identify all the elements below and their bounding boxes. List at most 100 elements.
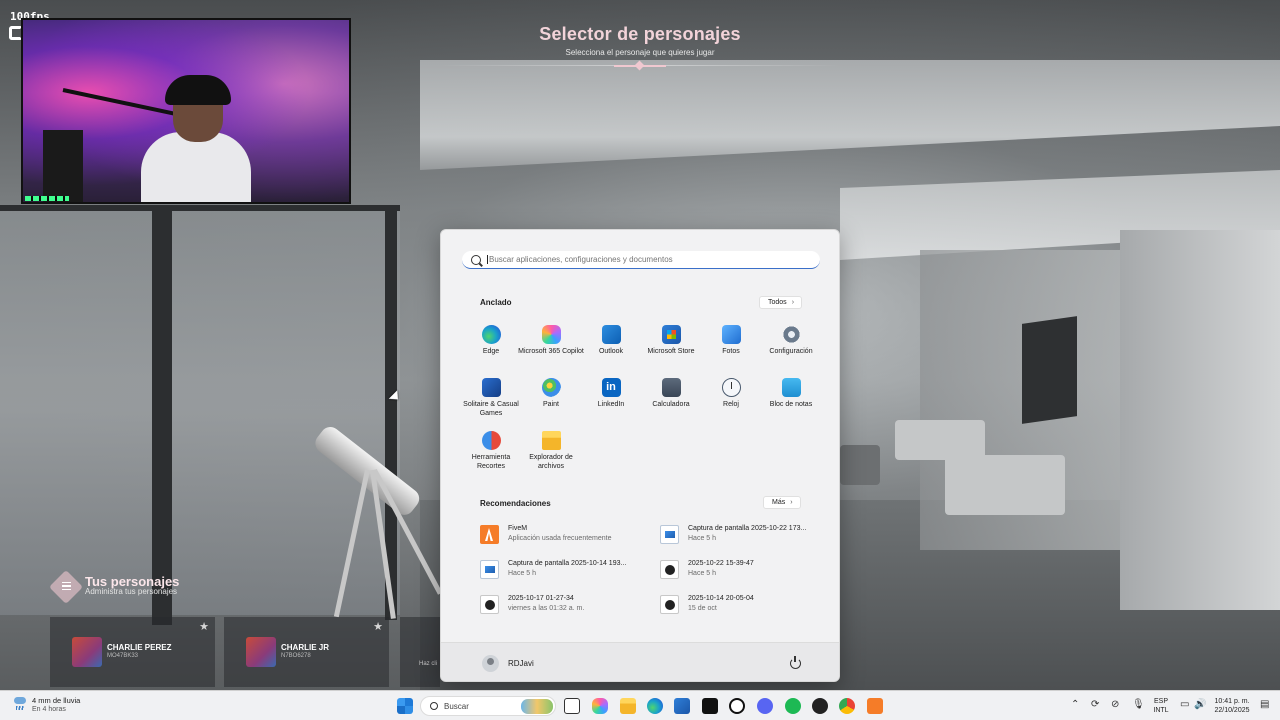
character-avatar [246,637,276,667]
display-icon[interactable]: ▭ [1180,699,1189,710]
recommended-name: Captura de pantalla 2025-10-22 173... [688,525,807,532]
all-apps-button[interactable]: Todos › [759,296,803,309]
clock-icon [721,378,741,397]
microphone-arm [62,88,181,117]
recommended-title: Recomendaciones [480,499,551,508]
favorite-star-icon[interactable]: ★ [373,620,383,633]
chrome-icon[interactable] [839,698,855,714]
led-strip [25,196,69,201]
character-card[interactable]: ★ CHARLIE PEREZ MO47BK33 [50,617,215,687]
windows-start-icon[interactable] [397,698,413,714]
pinned-app-snipping-tool[interactable]: Herramienta Recortes [457,431,525,471]
character-selector-header: Selector de personajes Selecciona el per… [440,24,840,71]
streamer-cap [165,75,231,105]
character-card[interactable]: ★ CHARLIE JR N7BO6278 [224,617,389,687]
character-name: CHARLIE JR [281,643,330,652]
recommended-item[interactable]: 2025-10-17 01-27-34 viernes a las 01:32 … [480,592,650,618]
characters-subtitle: Administra tus personajes [85,587,178,596]
all-apps-label: Todos [768,299,787,306]
notifications-icon[interactable]: ▤ [1260,699,1269,710]
app-label: Edge [482,348,500,355]
power-icon[interactable] [790,656,801,669]
gaming-chair [43,130,83,202]
obs-icon[interactable] [729,698,745,714]
recommended-name: FiveM [508,525,528,532]
taskbar-search[interactable]: Buscar [420,696,556,716]
edge-icon[interactable] [647,698,663,714]
character-avatar [72,637,102,667]
recommended-detail: Hace 5 h [508,570,537,577]
pinned-app-solitaire[interactable]: Solitaire & Casual Games [457,378,525,418]
spotify-icon[interactable] [785,698,801,714]
pinned-app-file-explorer[interactable]: Explorador de archivos [517,431,585,471]
pinned-app-calculator[interactable]: Calculadora [637,378,705,409]
network-off-icon[interactable]: ⊘ [1111,699,1119,710]
webcam-overlay [21,18,351,204]
fivem-icon[interactable] [867,698,883,714]
file-explorer-icon [541,431,561,450]
image-file-icon [660,525,679,544]
microsoft-store-icon[interactable] [674,698,690,714]
recommended-item[interactable]: Captura de pantalla 2025-10-14 193... Ha… [480,557,650,583]
pinned-app-paint[interactable]: Paint [517,378,585,409]
outlook-icon [601,325,621,344]
language-indicator[interactable]: ESP INTL [1150,697,1172,715]
window-frame [0,205,400,211]
file-explorer-icon[interactable] [620,698,636,714]
weather-detail[interactable]: En 4 horas [32,706,66,713]
pinned-app-store[interactable]: Microsoft Store [637,325,705,356]
new-character-hint: Haz cli [419,661,438,667]
recommended-name: 2025-10-14 20-05-04 [688,595,754,602]
linkedin-icon: in [601,378,621,397]
keyboard-layout: INTL [1153,707,1169,714]
user-name[interactable]: RDJavi [508,659,534,668]
search-icon [471,254,481,265]
new-character-card[interactable]: Haz cli [400,617,440,687]
edge-icon [481,325,501,344]
start-search-input[interactable] [487,255,807,264]
recommended-detail: Hace 5 h [688,570,717,577]
app-label: Fotos [722,348,740,355]
pinned-app-fotos[interactable]: Fotos [697,325,765,356]
window-frame [152,205,172,625]
table [840,445,880,485]
copilot-icon[interactable] [592,698,608,714]
microphone-icon[interactable]: 🎙 [1132,699,1145,710]
volume-icon[interactable]: 🔊 [1194,699,1206,710]
pinned-app-notepad[interactable]: Bloc de notas [757,378,825,409]
clock[interactable]: 10:41 p. m. 22/10/2025 [1208,697,1256,715]
app-label: Configuración [769,348,813,355]
search-highlight-image [521,699,553,714]
app-label: Bloc de notas [769,401,813,408]
more-button[interactable]: Más › [763,496,801,509]
solitaire-icon [481,378,501,397]
recommended-detail: 15 de oct [688,605,717,612]
recommended-item[interactable]: 2025-10-14 20-05-04 15 de oct [660,592,830,618]
recommended-item[interactable]: FiveM Aplicación usada frecuentemente [480,522,650,548]
pinned-app-outlook[interactable]: Outlook [577,325,645,356]
photos-icon [721,325,741,344]
pinned-app-copilot[interactable]: Microsoft 365 Copilot [517,325,585,356]
recommended-detail: Hace 5 h [688,535,717,542]
sync-icon[interactable]: ⟳ [1091,699,1099,710]
favorite-star-icon[interactable]: ★ [199,620,209,633]
discord-icon[interactable] [757,698,773,714]
language-code: ESP [1153,698,1168,705]
task-view-icon[interactable] [564,698,580,714]
weather-rain-icon[interactable] [12,697,28,711]
terminal-icon[interactable] [702,698,718,714]
pinned-app-edge[interactable]: Edge [457,325,525,356]
notepad-icon [781,378,801,397]
recommended-item[interactable]: 2025-10-22 15-39-47 Hace 5 h [660,557,830,583]
recommended-item[interactable]: Captura de pantalla 2025-10-22 173... Ha… [660,522,830,548]
recommended-name: 2025-10-22 15-39-47 [688,560,754,567]
weather-summary[interactable]: 4 mm de lluvia [32,696,80,705]
pinned-app-linkedin[interactable]: in LinkedIn [577,378,645,409]
sofa [945,455,1065,515]
start-search-box[interactable] [462,251,820,269]
pinned-app-settings[interactable]: Configuración [757,325,825,356]
pinned-app-clock[interactable]: Reloj [697,378,765,409]
recording-app-icon[interactable] [812,698,828,714]
chevron-up-icon[interactable]: ⌃ [1071,699,1079,710]
user-avatar-icon[interactable] [482,655,499,672]
